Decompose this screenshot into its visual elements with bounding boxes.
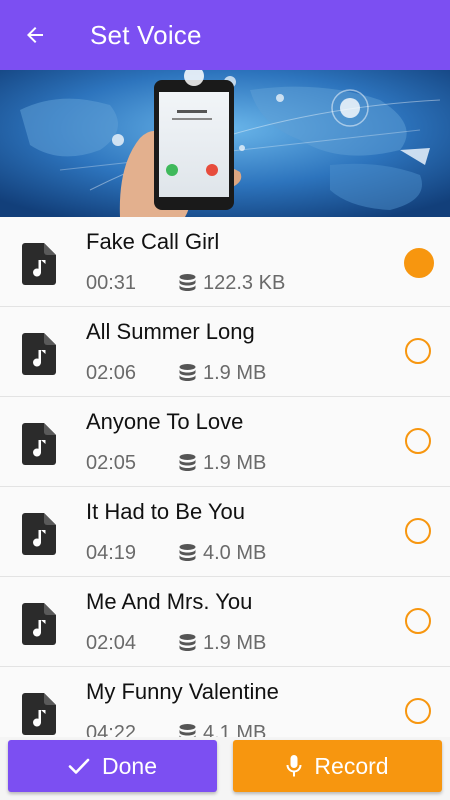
song-title: Me And Mrs. You (86, 589, 253, 614)
song-duration: 02:06 (86, 362, 137, 384)
song-title: It Had to Be You (86, 499, 246, 524)
storage-icon (179, 724, 196, 737)
check-icon (68, 758, 90, 774)
storage-icon (179, 634, 196, 651)
bottom-action-bar: Done Record (0, 737, 450, 800)
music-file-icon (22, 243, 56, 285)
song-size: 4.0 MB (203, 542, 267, 564)
music-file-icon (22, 603, 56, 645)
storage-icon (179, 454, 196, 471)
done-button[interactable]: Done (8, 740, 217, 792)
music-file-icon (22, 423, 56, 465)
song-meta: 04:22 4.1 MB (86, 722, 266, 737)
page-title: Set Voice (90, 19, 202, 50)
song-meta: 02:06 1.9 MB (86, 362, 266, 385)
song-meta: 02:05 1.9 MB (86, 452, 266, 475)
song-duration: 00:31 (86, 272, 137, 294)
back-button[interactable] (0, 0, 70, 70)
song-size: 1.9 MB (203, 362, 267, 384)
record-button[interactable]: Record (233, 740, 442, 792)
song-meta: 04:19 4.0 MB (86, 542, 266, 565)
select-radio[interactable] (405, 518, 431, 544)
list-item[interactable]: Me And Mrs. You 02:04 1.9 MB (0, 577, 450, 667)
song-title: Anyone To Love (86, 409, 244, 434)
select-radio[interactable] (405, 698, 431, 724)
song-title: My Funny Valentine (86, 679, 279, 704)
song-title: Fake Call Girl (86, 229, 220, 254)
select-radio[interactable] (405, 608, 431, 634)
song-size: 1.9 MB (203, 632, 267, 654)
list-item[interactable]: It Had to Be You 04:19 4.0 MB (0, 487, 450, 577)
song-size: 4.1 MB (203, 722, 267, 737)
song-list: Fake Call Girl 00:31 122.3 KB All Summer… (0, 217, 450, 737)
song-duration: 04:22 (86, 722, 137, 737)
song-duration: 04:19 (86, 542, 137, 564)
storage-icon (179, 274, 196, 291)
app-bar: Set Voice (0, 0, 450, 70)
song-size: 1.9 MB (203, 452, 267, 474)
music-file-icon (22, 333, 56, 375)
done-label: Done (102, 752, 157, 779)
list-item[interactable]: My Funny Valentine 04:22 4.1 MB (0, 667, 450, 737)
list-item[interactable]: All Summer Long 02:06 1.9 MB (0, 307, 450, 397)
select-radio[interactable] (405, 428, 431, 454)
music-file-icon (22, 513, 56, 555)
song-duration: 02:05 (86, 452, 137, 474)
select-radio[interactable] (405, 338, 431, 364)
banner-image (0, 70, 450, 217)
song-meta: 02:04 1.9 MB (86, 632, 266, 655)
song-duration: 02:04 (86, 632, 137, 654)
storage-icon (179, 544, 196, 561)
arrow-left-icon (27, 27, 43, 43)
list-item[interactable]: Fake Call Girl 00:31 122.3 KB (0, 217, 450, 307)
music-file-icon (22, 693, 56, 735)
record-label: Record (314, 752, 389, 779)
song-size: 122.3 KB (203, 272, 286, 294)
storage-icon (179, 364, 196, 381)
microphone-icon (286, 755, 302, 777)
song-meta: 00:31 122.3 KB (86, 272, 285, 295)
song-title: All Summer Long (86, 319, 255, 344)
list-item[interactable]: Anyone To Love 02:05 1.9 MB (0, 397, 450, 487)
select-radio[interactable] (404, 248, 434, 278)
